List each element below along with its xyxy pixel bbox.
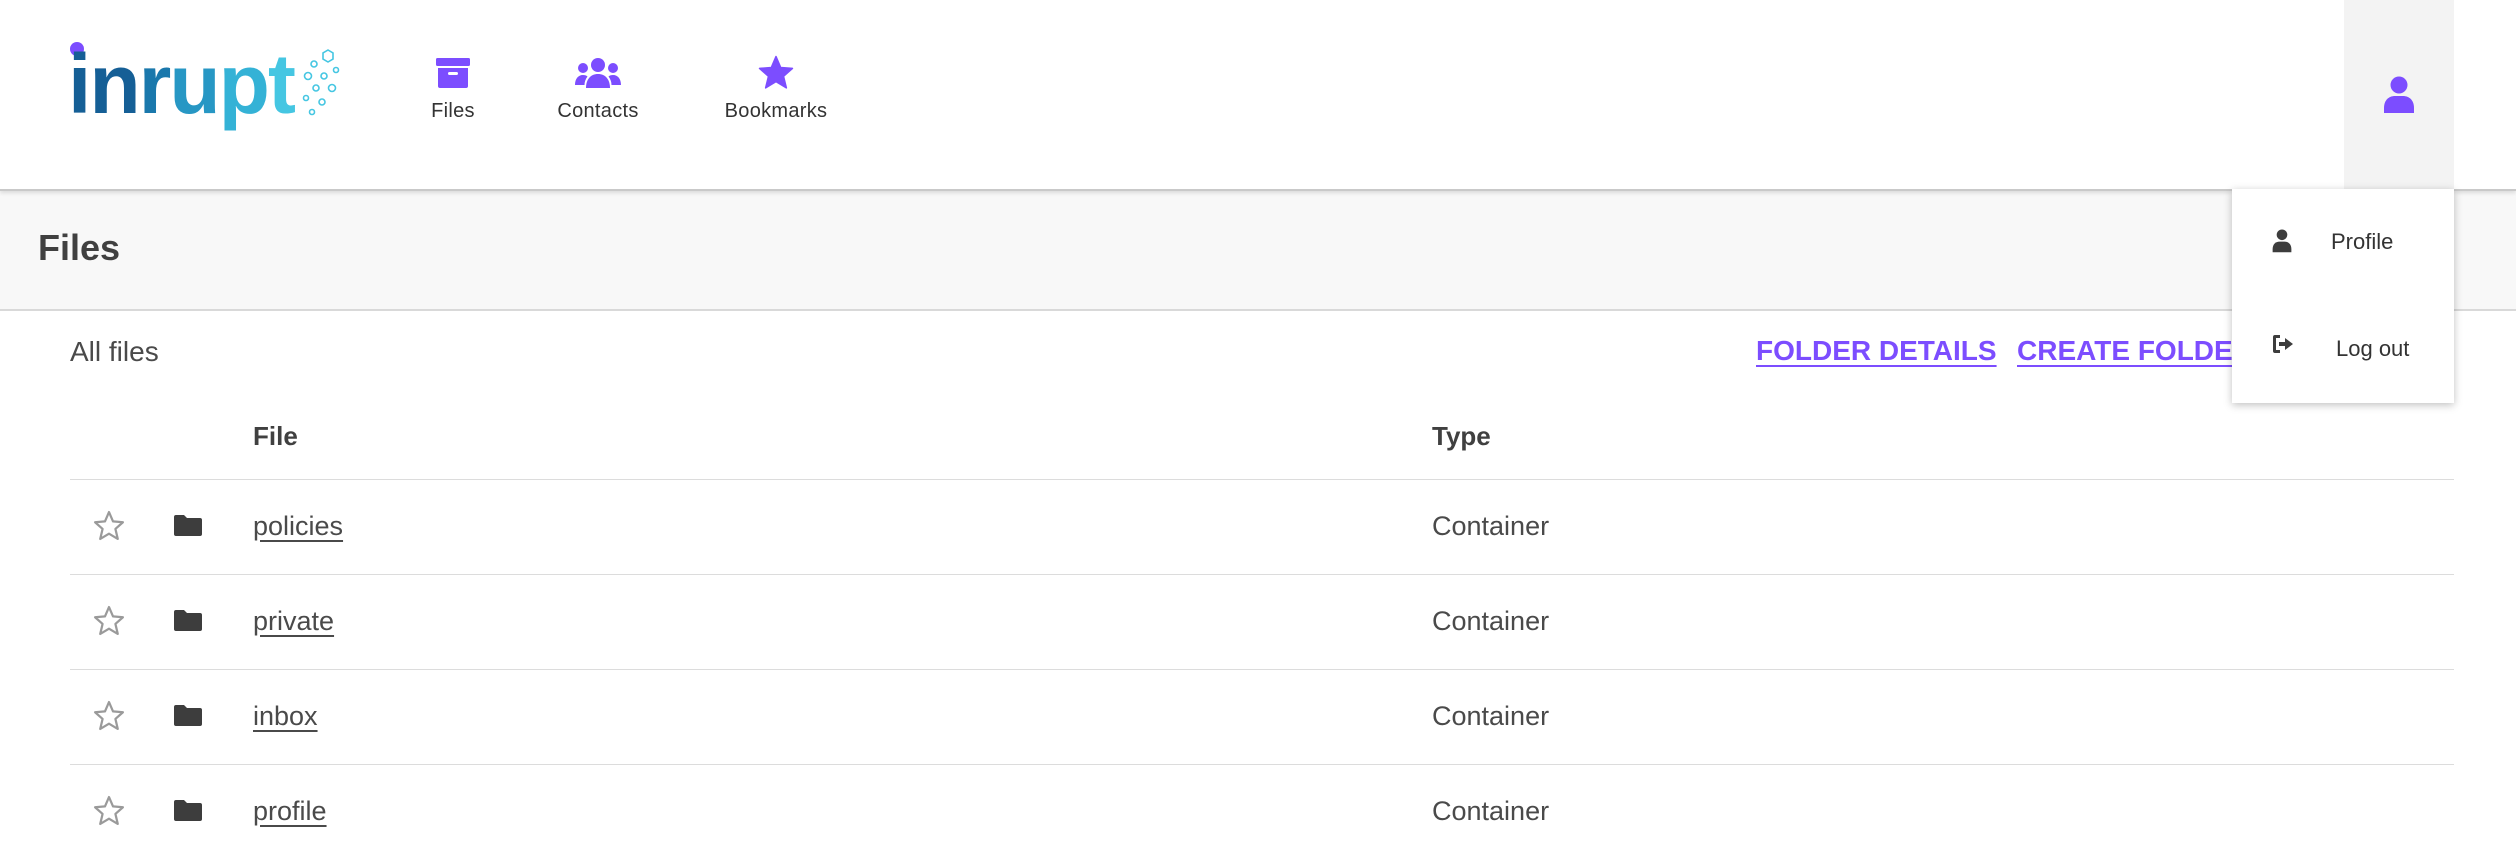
bookmark-star-icon[interactable] — [92, 605, 126, 637]
user-icon — [2272, 229, 2292, 253]
menu-item-logout[interactable]: Log out — [2232, 296, 2454, 403]
file-name-link[interactable]: profile — [253, 796, 327, 827]
nav-files[interactable]: Files — [420, 56, 486, 124]
top-header: inrupt Files Contacts Bookmarks — [0, 0, 2516, 191]
files-table: File Type policies Container private Con… — [70, 395, 2454, 859]
menu-item-label: Profile — [2331, 229, 2394, 254]
file-type: Container — [1432, 701, 1550, 731]
table-header: File Type — [70, 395, 2454, 480]
page-header: Files — [0, 191, 2516, 311]
column-header-file[interactable]: File — [253, 421, 298, 452]
nav-contacts-label: Contacts — [557, 100, 639, 122]
user-dropdown-menu: Profile Log out — [2232, 189, 2454, 403]
create-folder-button[interactable]: CREATE FOLDER — [2017, 335, 2253, 367]
folder-icon — [174, 610, 202, 631]
file-name-link[interactable]: inbox — [253, 701, 318, 732]
bookmark-star-icon[interactable] — [92, 510, 126, 542]
bookmark-star-icon[interactable] — [92, 795, 126, 827]
nav-files-label: Files — [431, 100, 475, 122]
table-row[interactable]: policies Container — [70, 480, 2454, 575]
breadcrumb-all-files[interactable]: All files — [70, 336, 159, 368]
archive-icon — [435, 56, 471, 90]
user-menu-button[interactable] — [2344, 0, 2454, 189]
nav-bookmarks-label: Bookmarks — [724, 100, 828, 122]
table-row[interactable]: private Container — [70, 575, 2454, 670]
file-name-link[interactable]: policies — [253, 511, 343, 542]
folder-details-button[interactable]: FOLDER DETAILS — [1756, 335, 1997, 367]
logo-bubbles-icon — [302, 49, 340, 116]
folder-icon — [174, 800, 202, 821]
menu-item-label: Log out — [2336, 336, 2410, 361]
table-row[interactable]: profile Container — [70, 765, 2454, 859]
nav-bookmarks[interactable]: Bookmarks — [720, 55, 832, 124]
file-type: Container — [1432, 796, 1550, 826]
folder-icon — [174, 515, 202, 536]
nav-contacts[interactable]: Contacts — [552, 56, 644, 124]
sign-out-icon — [2273, 335, 2293, 353]
inrupt-logo[interactable]: inrupt — [68, 36, 368, 136]
user-icon — [2384, 76, 2414, 113]
file-type: Container — [1432, 606, 1550, 636]
users-icon — [575, 56, 621, 90]
table-row[interactable]: inbox Container — [70, 670, 2454, 765]
menu-item-profile[interactable]: Profile — [2232, 189, 2454, 296]
logo-text: inrupt — [68, 37, 296, 131]
file-name-link[interactable]: private — [253, 606, 334, 637]
file-type: Container — [1432, 511, 1550, 541]
bookmark-star-icon[interactable] — [92, 700, 126, 732]
star-icon — [757, 55, 795, 90]
folder-icon — [174, 705, 202, 726]
page-title: Files — [38, 227, 121, 268]
column-header-type[interactable]: Type — [1432, 421, 1491, 452]
